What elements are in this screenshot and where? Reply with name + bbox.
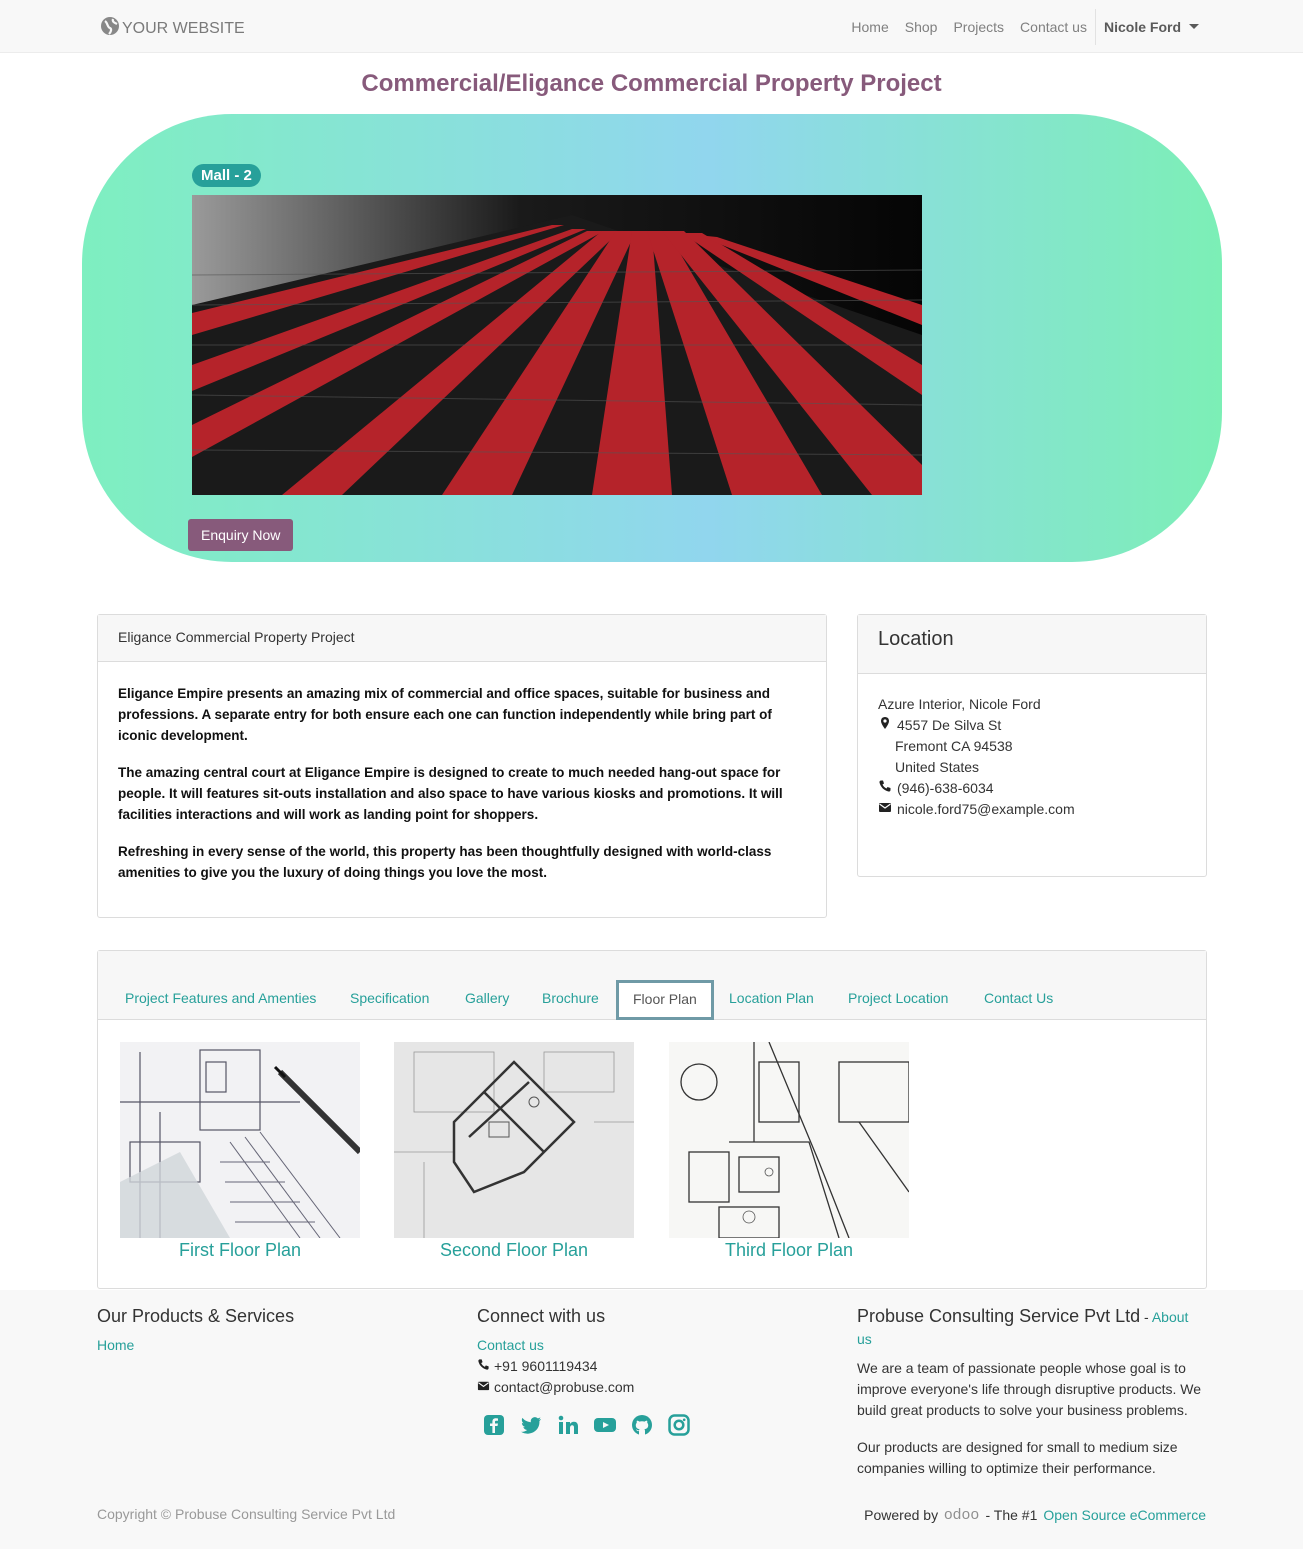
footer-phone: +91 9601119434 <box>494 1358 598 1374</box>
footer-email: contact@probuse.com <box>494 1379 635 1395</box>
nav-projects[interactable]: Projects <box>953 19 1004 35</box>
tab-gallery[interactable]: Gallery <box>465 990 509 1006</box>
floor-plan-image[interactable] <box>669 1042 909 1238</box>
title-separator: - <box>1140 1309 1152 1325</box>
floor-plan-item[interactable]: Second Floor Plan <box>394 1042 634 1261</box>
description-paragraph: Eligance Empire presents an amazing mix … <box>118 686 772 743</box>
project-tabs-card: Project Features and Amenties Specificat… <box>97 950 1207 1289</box>
tab-location-plan[interactable]: Location Plan <box>729 990 814 1006</box>
project-description-card: Eligance Commercial Property Project Eli… <box>97 614 827 918</box>
envelope-icon <box>878 799 892 820</box>
odoo-logo[interactable]: odoo <box>944 1506 979 1523</box>
location-email: nicole.ford75@example.com <box>897 801 1075 817</box>
company-description-2: Our products are designed for small to m… <box>857 1439 1178 1476</box>
tab-bar: Project Features and Amenties Specificat… <box>98 951 1206 1020</box>
globe-icon <box>100 16 120 41</box>
description-paragraph: The amazing central court at Eligance Em… <box>118 765 783 822</box>
tagline-text: - The #1 <box>985 1506 1038 1523</box>
footer-company-title: Probuse Consulting Service Pvt Ltd - Abo… <box>857 1306 1207 1350</box>
tab-project-location[interactable]: Project Location <box>848 990 948 1006</box>
company-description: We are a team of passionate people whose… <box>857 1360 1202 1418</box>
main-nav: Home Shop Projects Contact us Nicole For… <box>851 0 1303 53</box>
footer-connect-title: Connect with us <box>477 1306 606 1326</box>
map-marker-icon <box>878 715 892 736</box>
page-title: Commercial/Eligance Commercial Property … <box>361 70 942 97</box>
floor-plan-item[interactable]: First Floor Plan <box>120 1042 360 1261</box>
footer-connect: Connect with us Contact us +91 960111943… <box>477 1306 807 1436</box>
location-phone: (946)-638-6034 <box>897 780 994 796</box>
open-source-ecommerce-link[interactable]: Open Source eCommerce <box>1043 1507 1206 1523</box>
social-links <box>477 1414 807 1436</box>
project-image <box>192 195 922 495</box>
phone-icon <box>878 778 892 799</box>
user-name: Nicole Ford <box>1103 18 1181 35</box>
location-country: United States <box>895 759 980 775</box>
location-card: Location Azure Interior, Nicole Ford 455… <box>857 614 1207 877</box>
footer-contact-link[interactable]: Contact us <box>477 1337 544 1353</box>
powered-by-label: Powered by <box>864 1506 939 1523</box>
tab-specification[interactable]: Specification <box>350 990 429 1006</box>
company-name: Probuse Consulting Service Pvt Ltd <box>857 1306 1141 1326</box>
top-navbar: YOUR WEBSITE Home Shop Projects Contact … <box>0 0 1303 53</box>
footer-products-title: Our Products & Services <box>97 1306 295 1326</box>
chevron-down-icon <box>1189 24 1199 29</box>
youtube-icon[interactable] <box>594 1414 616 1436</box>
footer-home-link[interactable]: Home <box>97 1337 134 1353</box>
instagram-icon[interactable] <box>668 1414 690 1436</box>
tab-contact-us[interactable]: Contact Us <box>984 990 1053 1006</box>
project-badge: Mall - 2 <box>192 164 261 187</box>
floor-plan-item[interactable]: Third Floor Plan <box>669 1042 909 1261</box>
footer-company: Probuse Consulting Service Pvt Ltd - Abo… <box>857 1306 1207 1479</box>
tab-floor-plan[interactable]: Floor Plan <box>616 980 714 1020</box>
site-footer: Our Products & Services Home Connect wit… <box>0 1290 1303 1549</box>
hero-banner: Mall - 2 Enquiry Now <box>82 114 1222 562</box>
floor-plan-label[interactable]: Third Floor Plan <box>669 1240 909 1261</box>
location-city: Fremont CA 94538 <box>895 738 1013 754</box>
copyright-text: Copyright © Probuse Consulting Service P… <box>97 1506 396 1522</box>
nav-contact-us[interactable]: Contact us <box>1020 19 1087 35</box>
description-paragraph: Refreshing in every sense of the world, … <box>118 844 772 880</box>
facebook-icon[interactable] <box>483 1414 505 1436</box>
powered-by: Powered by odoo - The #1 Open Source eCo… <box>864 1506 1206 1523</box>
tab-brochure[interactable]: Brochure <box>542 990 599 1006</box>
floor-plan-image[interactable] <box>394 1042 634 1238</box>
nav-home[interactable]: Home <box>851 19 888 35</box>
github-icon[interactable] <box>631 1414 653 1436</box>
twitter-icon[interactable] <box>520 1414 542 1436</box>
envelope-icon <box>477 1377 490 1398</box>
nav-shop[interactable]: Shop <box>905 19 938 35</box>
description-header: Eligance Commercial Property Project <box>98 615 826 662</box>
enquiry-now-button[interactable]: Enquiry Now <box>188 519 294 551</box>
tab-features[interactable]: Project Features and Amenties <box>125 990 316 1006</box>
brand-logo[interactable]: YOUR WEBSITE <box>100 16 245 41</box>
location-name: Azure Interior, Nicole Ford <box>878 696 1041 712</box>
user-menu[interactable]: Nicole Ford <box>1104 19 1199 35</box>
footer-products: Our Products & Services Home <box>97 1306 427 1356</box>
floor-plan-label[interactable]: Second Floor Plan <box>394 1240 634 1261</box>
nav-divider <box>1094 8 1096 45</box>
phone-icon <box>477 1356 490 1377</box>
linkedin-icon[interactable] <box>557 1414 579 1436</box>
brand-text: YOUR WEBSITE <box>122 19 245 37</box>
location-street: 4557 De Silva St <box>897 717 1002 733</box>
floor-plan-image[interactable] <box>120 1042 360 1238</box>
floor-plan-label[interactable]: First Floor Plan <box>120 1240 360 1261</box>
location-title: Location <box>858 615 1206 674</box>
